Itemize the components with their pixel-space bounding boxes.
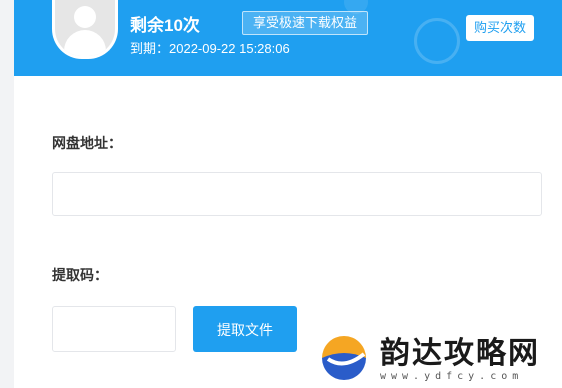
extract-code-label: 提取码：	[52, 267, 108, 283]
perk-badge: 享受极速下载权益	[242, 11, 369, 35]
watermark-url: www.ydfcy.com	[380, 371, 524, 382]
user-icon-body	[64, 30, 106, 56]
user-icon-head	[74, 6, 96, 28]
watermark-logo-icon	[317, 329, 371, 383]
expiry-date: 到期：2022-09-22 15:28:06	[130, 41, 290, 56]
buy-times-button[interactable]: 购买次数	[466, 15, 535, 41]
watermark-name: 韵达攻略网	[380, 336, 540, 371]
account-header: 剩余10次 享受极速下载权益 到期：2022-09-22 15:28:06 购买…	[14, 0, 562, 76]
pan-url-input[interactable]	[52, 172, 542, 216]
header-decoration	[414, 18, 460, 64]
avatar	[52, 0, 118, 59]
extract-code-input[interactable]	[52, 306, 176, 352]
pan-url-label: 网盘地址：	[52, 135, 122, 151]
remaining-count: 剩余10次	[130, 16, 200, 35]
left-margin-strip	[0, 0, 14, 388]
extract-file-button[interactable]: 提取文件	[193, 306, 297, 352]
